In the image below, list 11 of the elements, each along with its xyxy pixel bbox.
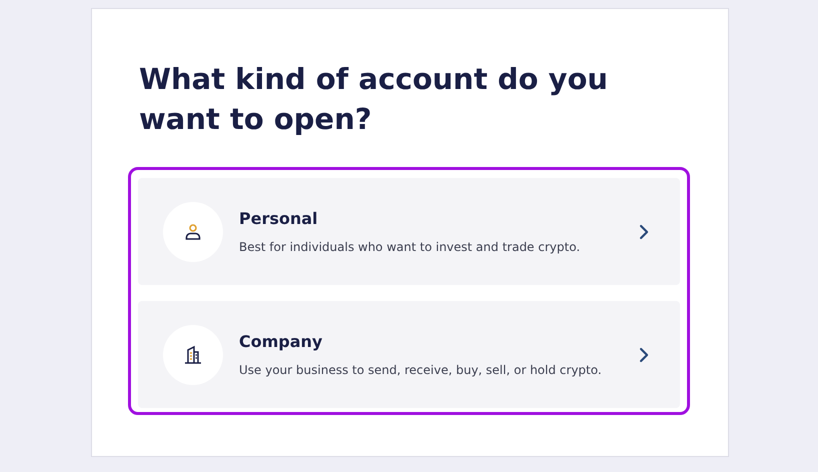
chevron-right-icon [638,346,650,362]
person-icon [183,222,203,242]
page-heading: What kind of account do you want to open? [139,61,609,138]
option-description: Best for individuals who want to invest and trade crypto. [239,240,582,254]
account-option[interactable]: Personal Best for individuals who want to invest and trade crypto. [138,178,680,285]
option-title: Company [239,332,324,351]
building-icon [183,344,203,364]
chevron-right-icon [638,224,650,240]
option-title: Personal [239,209,319,228]
account-option[interactable]: Company Use your business to send, receive, buy, sell, or hold crypto. [138,301,680,408]
option-description: Use your business to send, receive, buy, sell, or hold crypto. [239,363,603,377]
